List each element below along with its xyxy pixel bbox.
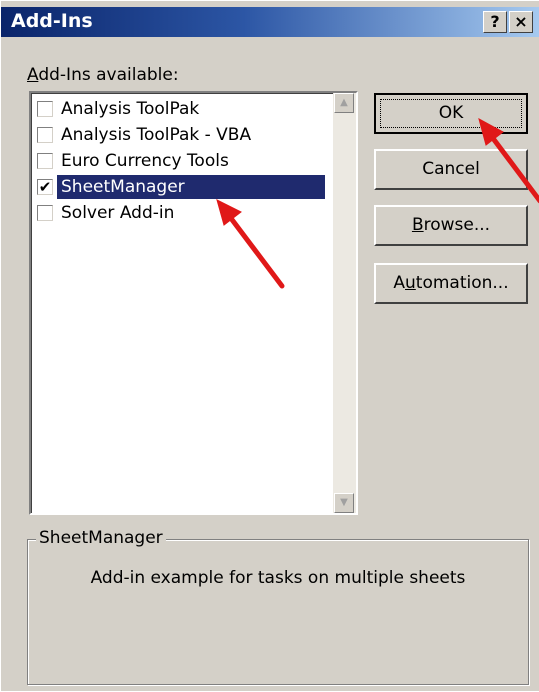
checkbox[interactable] — [37, 205, 53, 221]
scroll-up-icon[interactable]: ▲ — [334, 93, 354, 113]
vertical-scrollbar[interactable]: ▲ ▼ — [333, 93, 356, 513]
groupbox-title: SheetManager — [36, 528, 166, 548]
title-bar[interactable]: Add-Ins ? × — [1, 7, 539, 37]
checkbox-checked[interactable]: ✔ — [37, 179, 53, 195]
list-item-label: Analysis ToolPak — [61, 99, 200, 119]
list-item-solver-add-in[interactable]: Solver Add-in — [35, 201, 322, 225]
dialog-title: Add-Ins — [11, 10, 93, 32]
help-button[interactable]: ? — [483, 11, 507, 33]
scroll-down-icon[interactable]: ▼ — [334, 493, 354, 513]
list-item-euro-currency-tools[interactable]: Euro Currency Tools — [35, 149, 322, 173]
add-ins-dialog: Add-Ins ? × Add-Ins available: Analysis … — [0, 0, 539, 691]
close-button[interactable]: × — [509, 11, 533, 33]
checkbox[interactable] — [37, 101, 53, 117]
add-ins-available-label: Add-Ins available: — [27, 65, 179, 85]
focus-rectangle — [380, 99, 522, 128]
list-item-analysis-toolpak-vba[interactable]: Analysis ToolPak - VBA — [35, 123, 322, 147]
browse-button[interactable]: Browse... — [374, 205, 528, 246]
cancel-button[interactable]: Cancel — [374, 149, 528, 190]
list-item-label: Euro Currency Tools — [61, 151, 229, 171]
list-item-label: Solver Add-in — [61, 203, 175, 223]
description-groupbox: SheetManager Add-in example for tasks on… — [27, 528, 529, 685]
checkbox[interactable] — [37, 127, 53, 143]
list-item-label: Analysis ToolPak - VBA — [61, 125, 252, 145]
automation-button[interactable]: Automation... — [374, 263, 528, 304]
list-item-analysis-toolpak[interactable]: Analysis ToolPak — [35, 97, 322, 121]
list-item-sheetmanager[interactable]: ✔ SheetManager — [35, 175, 325, 199]
add-in-description: Add-in example for tasks on multiple she… — [90, 568, 466, 588]
list-item-label: SheetManager — [61, 177, 185, 197]
checkbox[interactable] — [37, 153, 53, 169]
add-ins-listbox[interactable]: Analysis ToolPak Analysis ToolPak - VBA … — [29, 91, 358, 515]
ok-button[interactable]: OK — [374, 93, 528, 134]
